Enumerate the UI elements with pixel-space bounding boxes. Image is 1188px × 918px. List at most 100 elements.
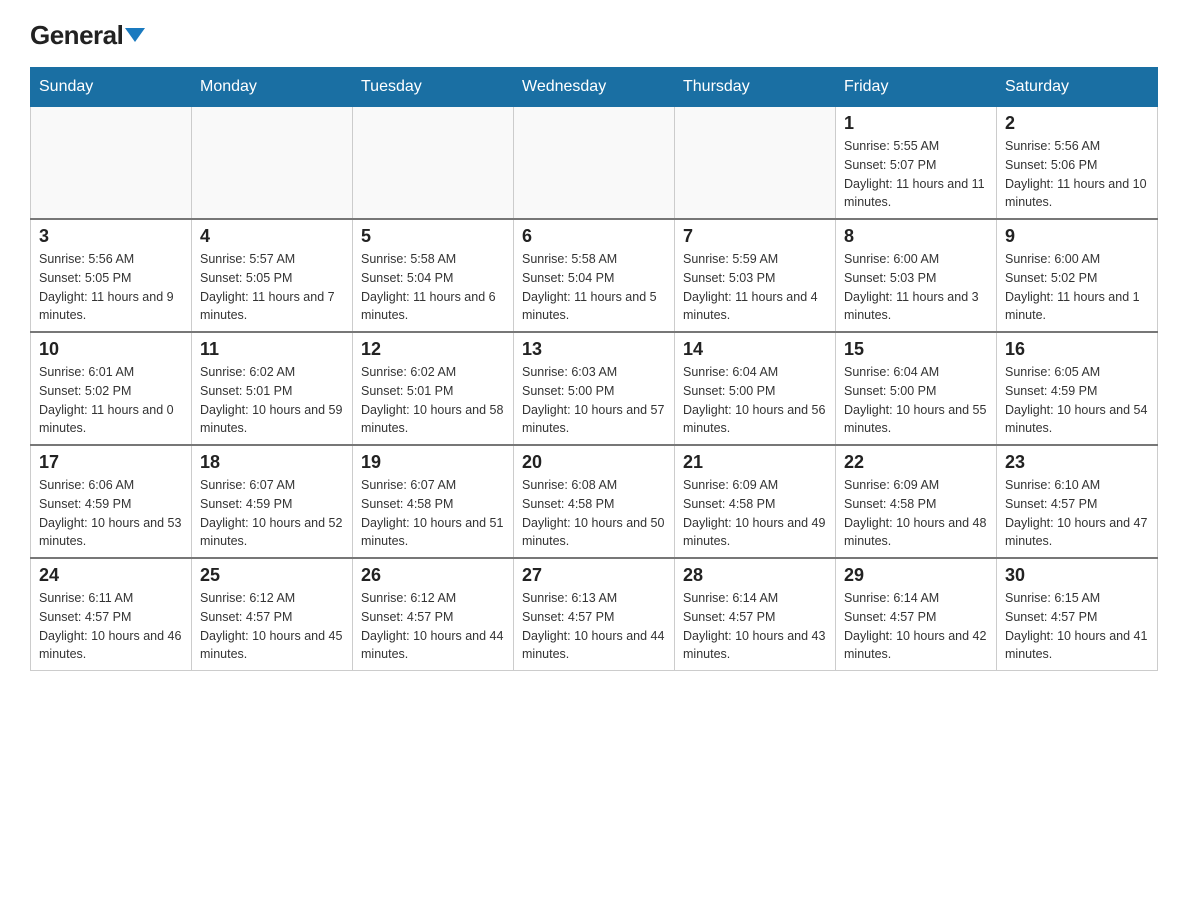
day-number: 22 bbox=[844, 452, 988, 473]
calendar-week-row: 10Sunrise: 6:01 AM Sunset: 5:02 PM Dayli… bbox=[31, 332, 1158, 445]
calendar-cell: 27 Sunrise: 6:13 AM Sunset: 4:57 PM Dayli… bbox=[514, 558, 675, 671]
header-wednesday: Wednesday bbox=[514, 68, 675, 107]
day-info: Sunrise: 5:58 AM Sunset: 5:04 PM Dayligh… bbox=[361, 250, 505, 325]
day-info: Sunrise: 6:10 AM Sunset: 4:57 PM Dayligh… bbox=[1005, 476, 1149, 551]
calendar-cell bbox=[514, 107, 675, 220]
day-number: 24 bbox=[39, 565, 183, 586]
day-number: 10 bbox=[39, 339, 183, 360]
calendar-cell: 4 Sunrise: 5:57 AM Sunset: 5:05 PM Daylig… bbox=[192, 219, 353, 332]
calendar-cell: 21 Sunrise: 6:09 AM Sunset: 4:58 PM Dayli… bbox=[675, 445, 836, 558]
calendar-cell: 29 Sunrise: 6:14 AM Sunset: 4:57 PM Dayli… bbox=[836, 558, 997, 671]
calendar-cell: 16 Sunrise: 6:05 AM Sunset: 4:59 PM Dayli… bbox=[997, 332, 1158, 445]
day-number: 21 bbox=[683, 452, 827, 473]
day-info: Sunrise: 6:02 AM Sunset: 5:01 PM Dayligh… bbox=[361, 363, 505, 438]
calendar-cell: 26 Sunrise: 6:12 AM Sunset: 4:57 PM Dayli… bbox=[353, 558, 514, 671]
calendar-cell: 30 Sunrise: 6:15 AM Sunset: 4:57 PM Dayli… bbox=[997, 558, 1158, 671]
day-info: Sunrise: 6:12 AM Sunset: 4:57 PM Dayligh… bbox=[361, 589, 505, 664]
header-thursday: Thursday bbox=[675, 68, 836, 107]
calendar-cell bbox=[675, 107, 836, 220]
calendar-cell: 3Sunrise: 5:56 AM Sunset: 5:05 PM Daylig… bbox=[31, 219, 192, 332]
day-info: Sunrise: 6:07 AM Sunset: 4:58 PM Dayligh… bbox=[361, 476, 505, 551]
day-info: Sunrise: 5:56 AM Sunset: 5:05 PM Dayligh… bbox=[39, 250, 183, 325]
day-info: Sunrise: 5:57 AM Sunset: 5:05 PM Dayligh… bbox=[200, 250, 344, 325]
calendar-cell: 8 Sunrise: 6:00 AM Sunset: 5:03 PM Daylig… bbox=[836, 219, 997, 332]
day-number: 15 bbox=[844, 339, 988, 360]
day-info: Sunrise: 6:13 AM Sunset: 4:57 PM Dayligh… bbox=[522, 589, 666, 664]
day-number: 1 bbox=[844, 113, 988, 134]
day-info: Sunrise: 5:58 AM Sunset: 5:04 PM Dayligh… bbox=[522, 250, 666, 325]
day-info: Sunrise: 6:05 AM Sunset: 4:59 PM Dayligh… bbox=[1005, 363, 1149, 438]
day-info: Sunrise: 6:04 AM Sunset: 5:00 PM Dayligh… bbox=[844, 363, 988, 438]
day-number: 16 bbox=[1005, 339, 1149, 360]
calendar-cell: 12 Sunrise: 6:02 AM Sunset: 5:01 PM Dayli… bbox=[353, 332, 514, 445]
calendar-cell: 15 Sunrise: 6:04 AM Sunset: 5:00 PM Dayli… bbox=[836, 332, 997, 445]
day-info: Sunrise: 6:02 AM Sunset: 5:01 PM Dayligh… bbox=[200, 363, 344, 438]
calendar-cell: 10Sunrise: 6:01 AM Sunset: 5:02 PM Dayli… bbox=[31, 332, 192, 445]
calendar-cell bbox=[353, 107, 514, 220]
page-header: General bbox=[30, 20, 1158, 47]
day-number: 8 bbox=[844, 226, 988, 247]
day-number: 18 bbox=[200, 452, 344, 473]
day-info: Sunrise: 6:07 AM Sunset: 4:59 PM Dayligh… bbox=[200, 476, 344, 551]
calendar-cell: 14 Sunrise: 6:04 AM Sunset: 5:00 PM Dayli… bbox=[675, 332, 836, 445]
day-number: 13 bbox=[522, 339, 666, 360]
day-number: 27 bbox=[522, 565, 666, 586]
header-friday: Friday bbox=[836, 68, 997, 107]
calendar-week-row: 17 Sunrise: 6:06 AM Sunset: 4:59 PM Dayli… bbox=[31, 445, 1158, 558]
day-number: 17 bbox=[39, 452, 183, 473]
day-info: Sunrise: 5:59 AM Sunset: 5:03 PM Dayligh… bbox=[683, 250, 827, 325]
day-info: Sunrise: 6:06 AM Sunset: 4:59 PM Dayligh… bbox=[39, 476, 183, 551]
day-info: Sunrise: 6:08 AM Sunset: 4:58 PM Dayligh… bbox=[522, 476, 666, 551]
day-info: Sunrise: 6:14 AM Sunset: 4:57 PM Dayligh… bbox=[683, 589, 827, 664]
logo-triangle-icon bbox=[125, 28, 145, 42]
calendar-cell: 13 Sunrise: 6:03 AM Sunset: 5:00 PM Dayli… bbox=[514, 332, 675, 445]
weekday-header-row: Sunday Monday Tuesday Wednesday Thursday… bbox=[31, 68, 1158, 107]
day-number: 7 bbox=[683, 226, 827, 247]
day-info: Sunrise: 6:14 AM Sunset: 4:57 PM Dayligh… bbox=[844, 589, 988, 664]
calendar-cell: 5 Sunrise: 5:58 AM Sunset: 5:04 PM Daylig… bbox=[353, 219, 514, 332]
day-number: 19 bbox=[361, 452, 505, 473]
calendar-cell: 2 Sunrise: 5:56 AM Sunset: 5:06 PM Daylig… bbox=[997, 107, 1158, 220]
day-number: 6 bbox=[522, 226, 666, 247]
calendar-cell: 20 Sunrise: 6:08 AM Sunset: 4:58 PM Dayli… bbox=[514, 445, 675, 558]
day-number: 14 bbox=[683, 339, 827, 360]
day-number: 11 bbox=[200, 339, 344, 360]
day-number: 2 bbox=[1005, 113, 1149, 134]
day-number: 4 bbox=[200, 226, 344, 247]
day-number: 25 bbox=[200, 565, 344, 586]
calendar-cell: 1Sunrise: 5:55 AM Sunset: 5:07 PM Daylig… bbox=[836, 107, 997, 220]
calendar-cell: 23 Sunrise: 6:10 AM Sunset: 4:57 PM Dayli… bbox=[997, 445, 1158, 558]
day-number: 5 bbox=[361, 226, 505, 247]
header-tuesday: Tuesday bbox=[353, 68, 514, 107]
day-info: Sunrise: 6:04 AM Sunset: 5:00 PM Dayligh… bbox=[683, 363, 827, 438]
day-number: 26 bbox=[361, 565, 505, 586]
day-number: 30 bbox=[1005, 565, 1149, 586]
logo-general: General bbox=[30, 20, 145, 51]
day-info: Sunrise: 6:09 AM Sunset: 4:58 PM Dayligh… bbox=[683, 476, 827, 551]
day-info: Sunrise: 6:15 AM Sunset: 4:57 PM Dayligh… bbox=[1005, 589, 1149, 664]
day-number: 23 bbox=[1005, 452, 1149, 473]
calendar-cell: 17 Sunrise: 6:06 AM Sunset: 4:59 PM Dayli… bbox=[31, 445, 192, 558]
day-number: 29 bbox=[844, 565, 988, 586]
calendar-cell: 9 Sunrise: 6:00 AM Sunset: 5:02 PM Daylig… bbox=[997, 219, 1158, 332]
calendar-cell bbox=[192, 107, 353, 220]
calendar-cell: 22Sunrise: 6:09 AM Sunset: 4:58 PM Dayli… bbox=[836, 445, 997, 558]
calendar-cell: 24 Sunrise: 6:11 AM Sunset: 4:57 PM Dayli… bbox=[31, 558, 192, 671]
calendar-cell: 18 Sunrise: 6:07 AM Sunset: 4:59 PM Dayli… bbox=[192, 445, 353, 558]
calendar-table: Sunday Monday Tuesday Wednesday Thursday… bbox=[30, 67, 1158, 671]
day-info: Sunrise: 6:11 AM Sunset: 4:57 PM Dayligh… bbox=[39, 589, 183, 664]
header-sunday: Sunday bbox=[31, 68, 192, 107]
day-info: Sunrise: 5:56 AM Sunset: 5:06 PM Dayligh… bbox=[1005, 137, 1149, 212]
day-info: Sunrise: 6:03 AM Sunset: 5:00 PM Dayligh… bbox=[522, 363, 666, 438]
calendar-cell: 25 Sunrise: 6:12 AM Sunset: 4:57 PM Dayli… bbox=[192, 558, 353, 671]
day-number: 9 bbox=[1005, 226, 1149, 247]
day-info: Sunrise: 6:12 AM Sunset: 4:57 PM Dayligh… bbox=[200, 589, 344, 664]
day-number: 20 bbox=[522, 452, 666, 473]
day-number: 12 bbox=[361, 339, 505, 360]
day-info: Sunrise: 6:00 AM Sunset: 5:02 PM Dayligh… bbox=[1005, 250, 1149, 325]
calendar-cell: 7 Sunrise: 5:59 AM Sunset: 5:03 PM Daylig… bbox=[675, 219, 836, 332]
calendar-cell bbox=[31, 107, 192, 220]
day-info: Sunrise: 6:00 AM Sunset: 5:03 PM Dayligh… bbox=[844, 250, 988, 325]
calendar-week-row: 1Sunrise: 5:55 AM Sunset: 5:07 PM Daylig… bbox=[31, 107, 1158, 220]
calendar-week-row: 24 Sunrise: 6:11 AM Sunset: 4:57 PM Dayli… bbox=[31, 558, 1158, 671]
